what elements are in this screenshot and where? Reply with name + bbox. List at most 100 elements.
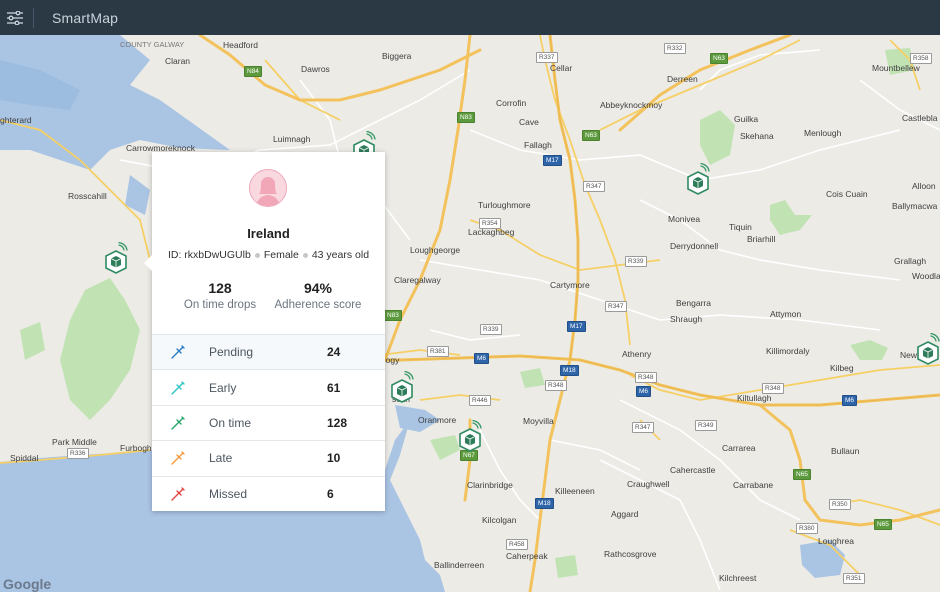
place-label: Rathcosgrove — [604, 549, 657, 559]
status-label: Missed — [209, 486, 248, 501]
device-marker-icon[interactable] — [915, 332, 940, 367]
road-shield: R347 — [632, 422, 654, 433]
road-shield: R358 — [910, 53, 932, 64]
status-count: 61 — [327, 380, 341, 395]
place-label: Aggard — [611, 509, 639, 519]
road-shield: N63 — [582, 130, 600, 141]
status-row-late[interactable]: Late 10 — [152, 440, 385, 475]
road-shield: M6 — [842, 395, 858, 406]
place-label: Tiquin — [729, 222, 752, 232]
road-shield: N84 — [244, 66, 262, 77]
status-row-pending[interactable]: Pending 24 — [152, 334, 385, 370]
stat-label: On time drops — [183, 299, 257, 311]
road-shield: R339 — [625, 256, 647, 267]
road-shield: R347 — [583, 181, 605, 192]
place-label: Carrarea — [722, 443, 756, 453]
patient-gender: Female — [263, 249, 299, 261]
place-label: Luimnagh — [273, 134, 311, 144]
status-label: On time — [209, 415, 252, 430]
place-label: Loughrea — [818, 536, 854, 546]
status-label: Late — [209, 451, 233, 466]
road-shield: R336 — [67, 448, 89, 459]
road-shield: R446 — [469, 395, 491, 406]
place-label: Monivea — [668, 214, 701, 224]
road-shield: R354 — [479, 218, 501, 229]
place-label: Athenry — [622, 349, 652, 359]
place-label: Clarinbridge — [467, 480, 513, 490]
device-marker-icon[interactable] — [685, 162, 711, 197]
device-marker-icon[interactable] — [457, 419, 483, 454]
dropper-icon — [170, 344, 190, 360]
road-shield: R381 — [427, 346, 449, 357]
road-shield: R351 — [843, 573, 865, 584]
map-canvas[interactable]: COUNTY GALWAY Headford Cellar Mountbellew Cl… — [0, 35, 940, 592]
status-count: 10 — [327, 451, 341, 466]
road-shield: R332 — [664, 43, 686, 54]
road-shield: R339 — [480, 324, 502, 335]
stat-value: 94% — [303, 280, 333, 296]
place-label: Kiltullagh — [737, 393, 772, 403]
status-label: Pending — [209, 345, 254, 360]
divider — [33, 7, 34, 28]
place-label: Corrofin — [496, 98, 527, 108]
road-shield: R350 — [829, 499, 851, 510]
status-row-on-time[interactable]: On time 128 — [152, 404, 385, 440]
status-count: 128 — [327, 415, 348, 430]
status-count: 24 — [327, 345, 341, 360]
place-label: Ballymacwa — [892, 201, 938, 211]
place-label: Cartymore — [550, 280, 590, 290]
road-shield: N83 — [457, 112, 475, 123]
status-row-missed[interactable]: Missed 6 — [152, 475, 385, 511]
place-label: Shraugh — [670, 314, 703, 324]
place-label: Bengarra — [676, 298, 711, 308]
stat-label: Adherence score — [274, 299, 362, 311]
patient-name: Ireland — [247, 226, 290, 241]
patient-age: 43 years old — [311, 249, 370, 261]
place-label: Kilchreest — [719, 573, 757, 583]
place-label: Kilbeg — [830, 363, 854, 373]
status-count: 6 — [327, 486, 334, 501]
road-shield: R380 — [796, 523, 818, 534]
place-label: Carrabane — [733, 480, 774, 490]
place-label: Caherpeak — [506, 551, 548, 561]
place-label: COUNTY GALWAY — [120, 40, 185, 49]
road-shield: R348 — [635, 372, 657, 383]
place-label: Biggera — [382, 51, 412, 61]
place-label: Craughwell — [627, 479, 670, 489]
device-marker-icon[interactable] — [389, 370, 415, 405]
device-marker-icon[interactable] — [103, 241, 129, 276]
place-label: Killeeneen — [555, 486, 595, 496]
filter-settings-icon[interactable] — [0, 0, 30, 35]
place-label: Mountbellew — [872, 63, 920, 73]
place-label: Grallagh — [894, 256, 927, 266]
road-shield: M6 — [474, 353, 490, 364]
separator-dot — [302, 252, 308, 258]
place-label: Claran — [165, 56, 191, 66]
place-label: Woodla — [912, 271, 940, 281]
place-label: Furbogh — [120, 443, 152, 453]
place-label: Castlebla — [902, 113, 938, 123]
place-label: Cois Cuain — [826, 189, 868, 199]
place-label: Headford — [223, 40, 258, 50]
road-shield: M17 — [567, 321, 586, 332]
place-label: Cave — [519, 117, 539, 127]
place-label: Guilka — [734, 114, 759, 124]
place-label: Abbeyknockmoy — [600, 100, 663, 110]
place-label: Killimordaly — [766, 346, 810, 356]
road-shield: N65 — [793, 469, 811, 480]
card-pointer — [144, 255, 152, 271]
place-label: ghterard — [0, 115, 32, 125]
status-label: Early — [209, 380, 237, 395]
place-label: Briarhill — [747, 234, 776, 244]
road-shield: R349 — [695, 420, 717, 431]
separator-dot — [254, 252, 260, 258]
status-row-early[interactable]: Early 61 — [152, 369, 385, 404]
road-shield: R348 — [762, 383, 784, 394]
road-shield: R347 — [605, 301, 627, 312]
place-label: Dawros — [301, 64, 330, 74]
place-label: Skehana — [740, 131, 774, 141]
on-time-drops-stat: 128 On time drops — [170, 280, 270, 311]
drop-status-list: Pending 24 Early 61 On time 128 Late 10 … — [152, 334, 385, 511]
place-label: Spiddal — [10, 453, 39, 463]
road-shield: M6 — [636, 386, 652, 397]
